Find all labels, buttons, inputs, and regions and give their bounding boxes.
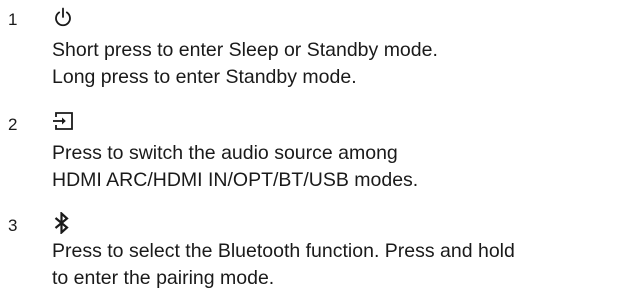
description-line: to enter the pairing mode. [52, 267, 275, 289]
bluetooth-icon [52, 212, 74, 234]
item-number: 1 [8, 10, 18, 29]
description-line: Short press to enter Sleep or Standby mo… [52, 39, 438, 61]
power-icon [52, 7, 74, 27]
description-line: Press to switch the audio source among [52, 142, 398, 164]
item-number: 3 [8, 216, 18, 235]
description-line: HDMI ARC/HDMI IN/OPT/BT/USB modes. [52, 169, 419, 191]
item-description: Press to switch the audio source among H… [52, 140, 418, 194]
input-source-icon [52, 110, 74, 130]
item-number: 2 [8, 115, 18, 134]
item-description: Press to select the Bluetooth function. … [52, 238, 515, 292]
description-line: Long press to enter Standby mode. [52, 66, 357, 88]
item-description: Short press to enter Sleep or Standby mo… [52, 37, 438, 91]
instruction-page: 1 Short press to enter Sleep or Standby … [0, 0, 632, 296]
description-line: Press to select the Bluetooth function. … [52, 240, 515, 262]
